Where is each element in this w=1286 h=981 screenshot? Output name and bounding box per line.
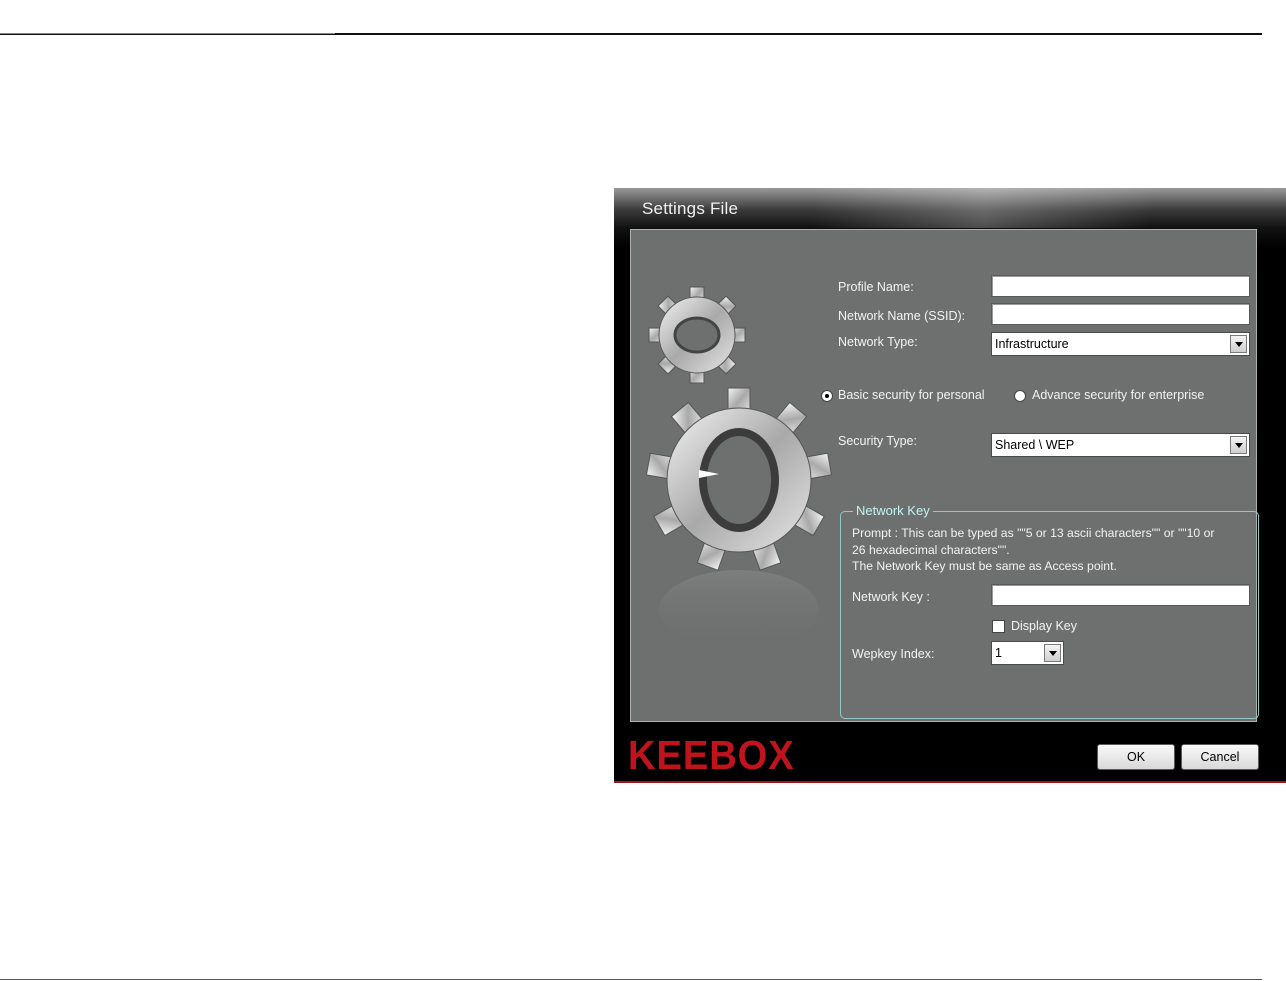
network-key-prompt: Prompt : This can be typed as ""5 or 13 …: [852, 525, 1252, 575]
page-top-rule-thin: [0, 33, 335, 34]
network-type-value: Infrastructure: [995, 337, 1069, 351]
advance-security-radio[interactable]: [1014, 390, 1026, 402]
cancel-button[interactable]: Cancel: [1181, 744, 1259, 770]
display-key-checkbox[interactable]: [992, 620, 1005, 633]
basic-security-radio[interactable]: [821, 390, 833, 402]
display-key-label[interactable]: Display Key: [1011, 619, 1077, 633]
profile-name-input[interactable]: [991, 275, 1250, 297]
wepkey-index-select[interactable]: 1: [991, 641, 1064, 665]
network-type-label: Network Type:: [838, 335, 918, 349]
settings-panel: Profile Name: Network Name (SSID): Netwo…: [630, 229, 1259, 722]
network-key-label: Network Key :: [852, 590, 930, 604]
ok-button[interactable]: OK: [1097, 744, 1175, 770]
advance-security-label[interactable]: Advance security for enterprise: [1032, 388, 1204, 402]
wepkey-index-value: 1: [995, 646, 1002, 660]
network-key-input[interactable]: [991, 584, 1250, 606]
network-name-label: Network Name (SSID):: [838, 309, 966, 323]
settings-file-dialog: Settings File Profile Name: Network Name…: [614, 188, 1286, 783]
basic-security-label[interactable]: Basic security for personal: [838, 388, 985, 402]
page-bottom-rule: [0, 979, 1262, 980]
network-type-select[interactable]: Infrastructure: [991, 332, 1250, 356]
chevron-down-icon[interactable]: [1230, 335, 1247, 353]
gears-illustration: [645, 286, 833, 650]
chevron-down-icon[interactable]: [1044, 644, 1061, 662]
network-name-input[interactable]: [991, 303, 1250, 325]
chevron-down-icon[interactable]: [1230, 436, 1247, 454]
prompt-line: 26 hexadecimal characters"".: [852, 542, 1010, 557]
profile-name-label: Profile Name:: [838, 280, 914, 294]
keebox-logo: KEEBOX: [628, 732, 795, 778]
dialog-title: Settings File: [642, 199, 739, 218]
wepkey-index-label: Wepkey Index:: [852, 647, 935, 661]
security-type-label: Security Type:: [838, 434, 917, 448]
prompt-line: Prompt : This can be typed as ""5 or 13 …: [852, 526, 1215, 540]
prompt-line: The Network Key must be same as Access p…: [852, 559, 1117, 573]
security-type-select[interactable]: Shared \ WEP: [991, 433, 1250, 457]
security-type-value: Shared \ WEP: [995, 438, 1075, 452]
network-key-group-legend: Network Key: [853, 503, 933, 518]
